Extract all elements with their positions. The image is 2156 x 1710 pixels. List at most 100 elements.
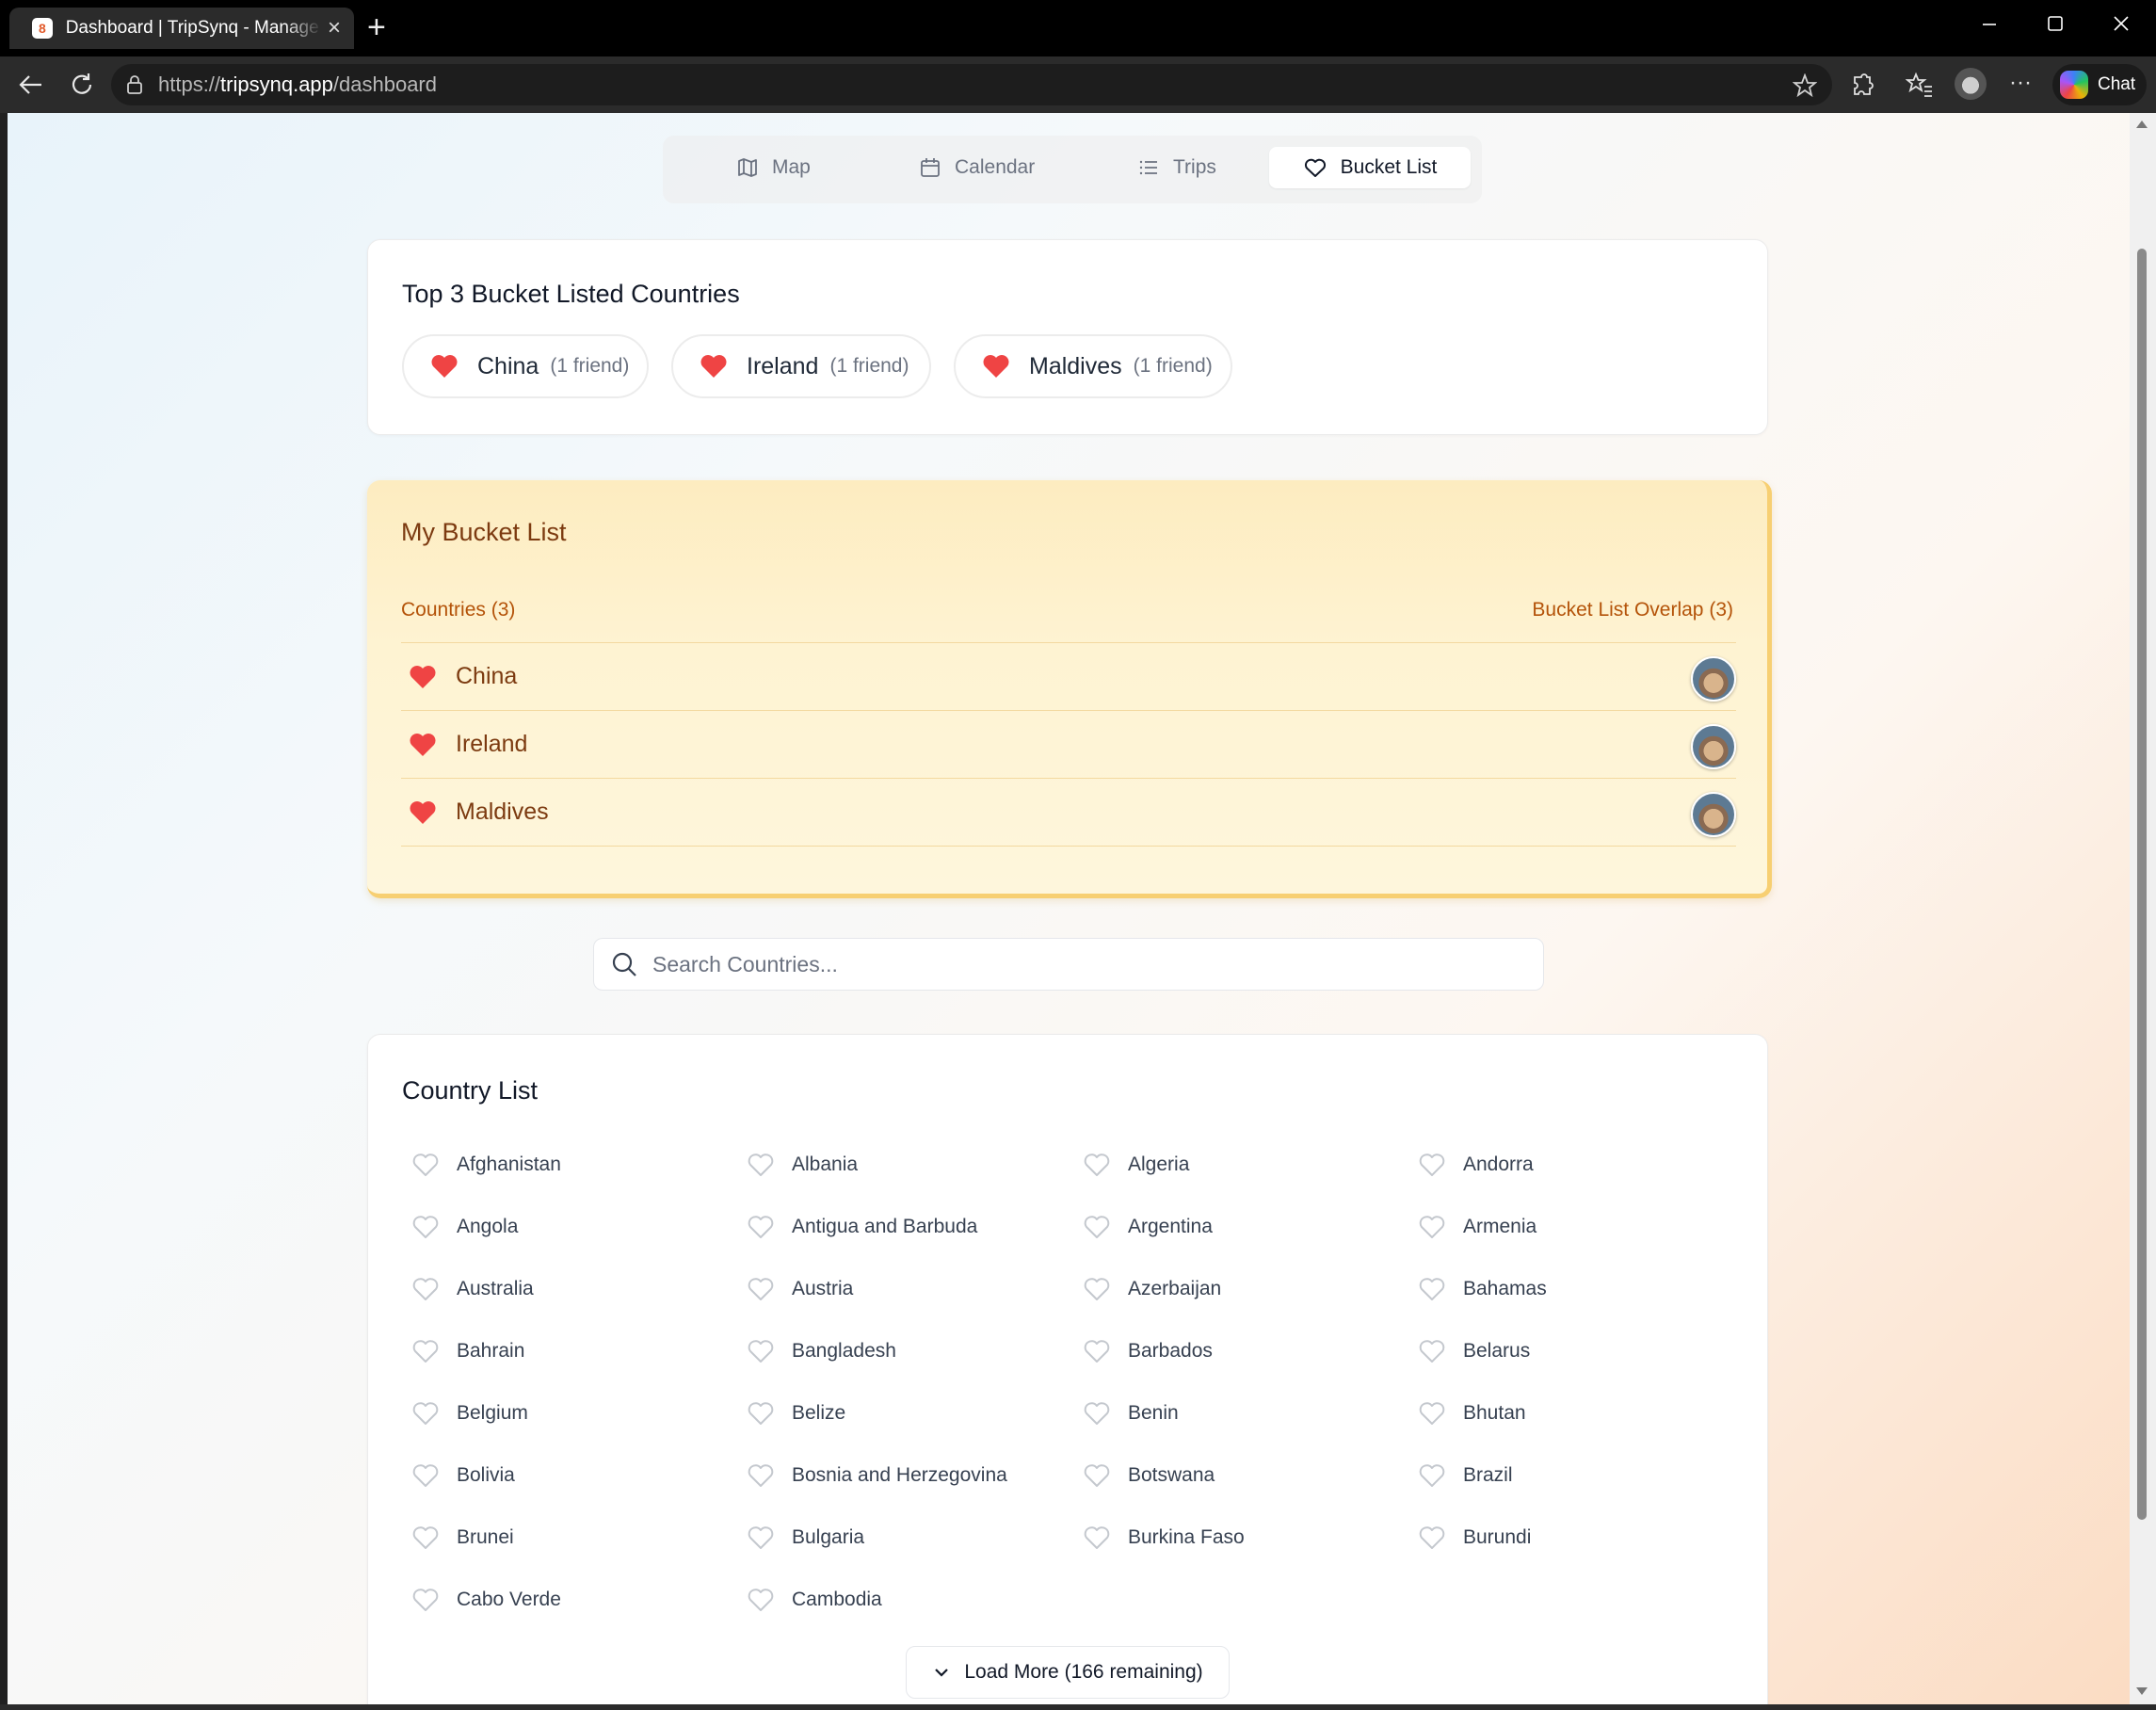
back-arrow-icon[interactable] (17, 71, 45, 99)
country-item[interactable]: Brunei (411, 1519, 514, 1557)
country-item[interactable]: Bahrain (411, 1332, 524, 1370)
heart-outline-icon[interactable] (1083, 1524, 1111, 1551)
tab-trips-label: Trips (1173, 156, 1216, 178)
country-item[interactable]: Cabo Verde (411, 1581, 561, 1619)
country-item[interactable]: Bolivia (411, 1457, 515, 1494)
heart-outline-icon[interactable] (747, 1338, 775, 1364)
friend-avatar[interactable] (1691, 724, 1736, 769)
top3-pill-china[interactable]: China (1 friend) (402, 334, 649, 398)
heart-outline-icon[interactable] (1083, 1338, 1111, 1364)
country-item[interactable]: Algeria (1083, 1146, 1189, 1184)
country-item[interactable]: Cambodia (747, 1581, 882, 1619)
country-item[interactable]: Andorra (1418, 1146, 1534, 1184)
heart-outline-icon[interactable] (747, 1276, 775, 1302)
heart-outline-icon[interactable] (747, 1524, 775, 1551)
friend-avatar[interactable] (1691, 656, 1736, 702)
heart-outline-icon[interactable] (411, 1152, 440, 1178)
country-item[interactable]: Angola (411, 1208, 518, 1246)
tab-map[interactable]: Map (736, 147, 811, 188)
top3-pill-ireland[interactable]: Ireland (1 friend) (671, 334, 931, 398)
new-tab-icon[interactable]: + (367, 11, 386, 43)
heart-outline-icon[interactable] (747, 1400, 775, 1427)
tab-close-icon[interactable]: × (328, 17, 341, 40)
country-item[interactable]: Belize (747, 1395, 845, 1432)
country-item[interactable]: Barbados (1083, 1332, 1213, 1370)
maximize-icon[interactable] (2047, 13, 2064, 34)
heart-filled-icon[interactable] (409, 732, 437, 758)
tab-calendar[interactable]: Calendar (919, 147, 1035, 188)
country-item[interactable]: Burkina Faso (1083, 1519, 1245, 1557)
bucket-row-ireland[interactable]: Ireland (401, 710, 1736, 778)
country-item[interactable]: Bhutan (1418, 1395, 1526, 1432)
country-item[interactable]: Bosnia and Herzegovina (747, 1457, 1007, 1494)
extensions-icon[interactable] (1849, 72, 1875, 98)
country-item[interactable]: Argentina (1083, 1208, 1213, 1246)
country-item[interactable]: Antigua and Barbuda (747, 1208, 977, 1246)
heart-outline-icon[interactable] (1418, 1152, 1446, 1178)
heart-outline-icon[interactable] (1418, 1276, 1446, 1302)
country-item[interactable]: Benin (1083, 1395, 1179, 1432)
heart-filled-icon[interactable] (409, 799, 437, 826)
heart-outline-icon[interactable] (411, 1214, 440, 1240)
heart-outline-icon[interactable] (1418, 1214, 1446, 1240)
tab-trips[interactable]: Trips (1137, 147, 1216, 188)
copilot-chat-button[interactable]: Chat (2052, 64, 2147, 105)
country-item[interactable]: Botswana (1083, 1457, 1215, 1494)
browser-tab[interactable]: 8 Dashboard | TripSynq - Manage Your Tri… (9, 8, 354, 49)
bucket-row-china[interactable]: China (401, 642, 1736, 710)
heart-outline-icon[interactable] (411, 1524, 440, 1551)
heart-outline-icon[interactable] (1418, 1400, 1446, 1427)
heart-outline-icon[interactable] (1418, 1462, 1446, 1489)
profile-avatar[interactable] (1955, 68, 1987, 100)
country-name: Antigua and Barbuda (792, 1216, 978, 1237)
more-options-icon[interactable]: ··· (2009, 70, 2032, 96)
page-scrollbar[interactable] (2130, 113, 2156, 1710)
heart-outline-icon[interactable] (411, 1276, 440, 1302)
heart-outline-icon[interactable] (411, 1587, 440, 1613)
heart-outline-icon[interactable] (747, 1462, 775, 1489)
heart-outline-icon[interactable] (747, 1587, 775, 1613)
top3-pill-maldives[interactable]: Maldives (1 friend) (954, 334, 1232, 398)
heart-outline-icon[interactable] (747, 1152, 775, 1178)
heart-outline-icon[interactable] (747, 1214, 775, 1240)
heart-outline-icon[interactable] (1083, 1462, 1111, 1489)
scroll-thumb[interactable] (2137, 249, 2147, 1520)
tab-bucket-list[interactable]: Bucket List (1269, 147, 1471, 188)
country-name: Burundi (1463, 1526, 1532, 1548)
heart-filled-icon[interactable] (409, 664, 437, 690)
minimize-icon[interactable] (1981, 13, 1998, 34)
heart-outline-icon[interactable] (1418, 1338, 1446, 1364)
favorites-icon[interactable] (1906, 72, 1934, 98)
favorite-star-icon[interactable] (1793, 73, 1817, 98)
country-item[interactable]: Bangladesh (747, 1332, 896, 1370)
country-item[interactable]: Belarus (1418, 1332, 1530, 1370)
heart-outline-icon[interactable] (411, 1400, 440, 1427)
search-countries-input[interactable]: Search Countries... (593, 938, 1544, 991)
friend-avatar[interactable] (1691, 792, 1736, 837)
heart-outline-icon[interactable] (1083, 1214, 1111, 1240)
heart-outline-icon[interactable] (411, 1462, 440, 1489)
country-item[interactable]: Bulgaria (747, 1519, 864, 1557)
reload-icon[interactable] (68, 71, 96, 99)
heart-outline-icon[interactable] (1418, 1524, 1446, 1551)
scroll-up-icon[interactable] (2136, 121, 2148, 128)
country-item[interactable]: Armenia (1418, 1208, 1537, 1246)
scroll-down-icon[interactable] (2136, 1687, 2148, 1695)
country-item[interactable]: Afghanistan (411, 1146, 561, 1184)
heart-outline-icon[interactable] (1083, 1400, 1111, 1427)
country-item[interactable]: Azerbaijan (1083, 1270, 1221, 1308)
url-field[interactable]: https://tripsynq.app/dashboard (111, 64, 1832, 105)
country-item[interactable]: Austria (747, 1270, 853, 1308)
country-item[interactable]: Brazil (1418, 1457, 1513, 1494)
heart-outline-icon[interactable] (411, 1338, 440, 1364)
heart-outline-icon[interactable] (1083, 1276, 1111, 1302)
bucket-row-maldives[interactable]: Maldives (401, 778, 1736, 846)
country-item[interactable]: Belgium (411, 1395, 528, 1432)
heart-outline-icon[interactable] (1083, 1152, 1111, 1178)
country-item[interactable]: Australia (411, 1270, 534, 1308)
country-item[interactable]: Albania (747, 1146, 858, 1184)
load-more-button[interactable]: Load More (166 remaining) (906, 1646, 1230, 1699)
window-close-icon[interactable] (2113, 13, 2130, 34)
country-item[interactable]: Burundi (1418, 1519, 1531, 1557)
country-item[interactable]: Bahamas (1418, 1270, 1547, 1308)
